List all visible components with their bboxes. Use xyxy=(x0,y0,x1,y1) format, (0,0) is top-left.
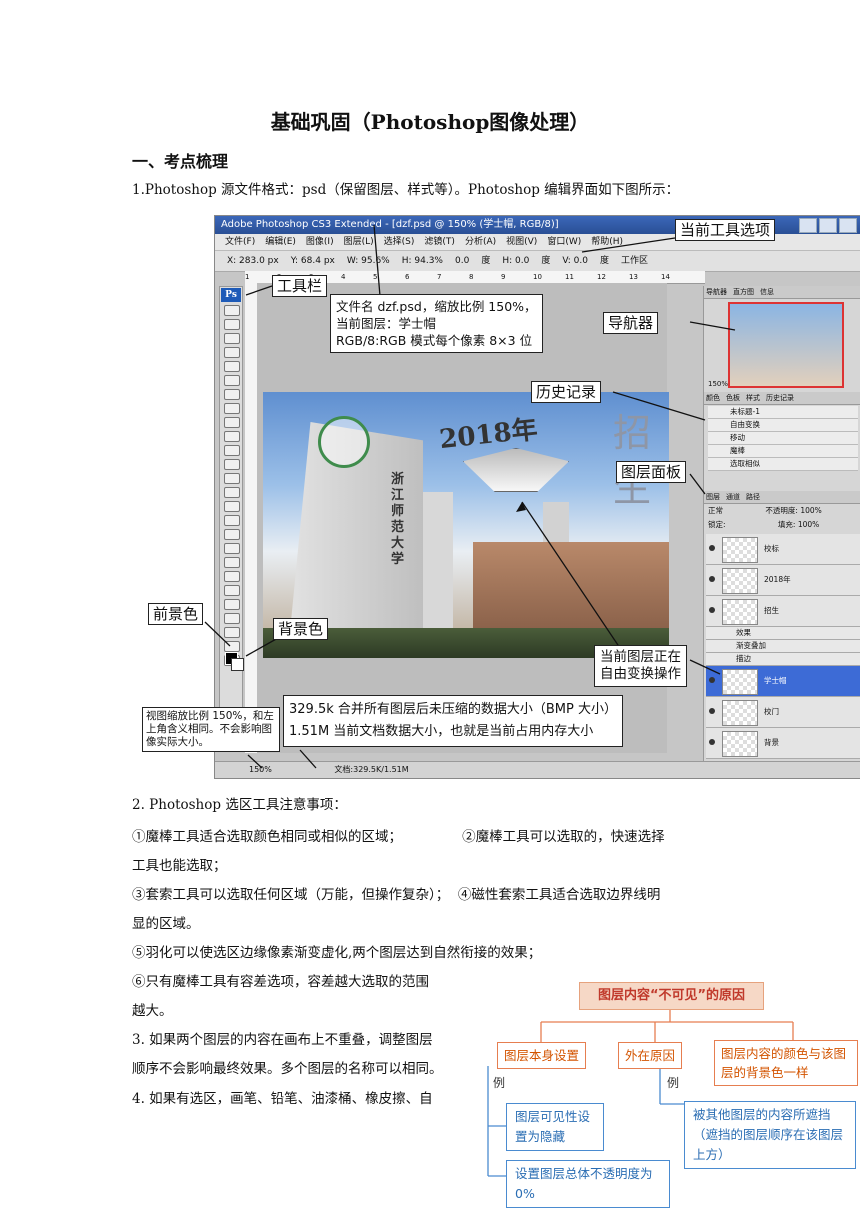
mindmap-leaf-covered: 被其他图层的内容所遮挡（遮挡的图层顺序在该图层上方） xyxy=(684,1101,856,1169)
mindmap-example-label: 例 xyxy=(493,1076,506,1090)
mindmap-root: 图层内容“不可见”的原因 xyxy=(579,982,764,1010)
mindmap-connectors xyxy=(487,1008,794,1177)
mindmap-leaf-opacity: 设置图层总体不透明度为0% xyxy=(506,1160,670,1208)
mindmap-example-label: 例 xyxy=(667,1076,680,1090)
mindmap-branch-self-setting: 图层本身设置 xyxy=(497,1042,587,1069)
mindmap-leaf-hidden: 图层可见性设置为隐藏 xyxy=(506,1103,604,1151)
mindmap-branch-same-color: 图层内容的颜色与该图层的背景色一样 xyxy=(714,1040,858,1086)
mindmap-branch-external: 外在原因 xyxy=(618,1042,683,1069)
